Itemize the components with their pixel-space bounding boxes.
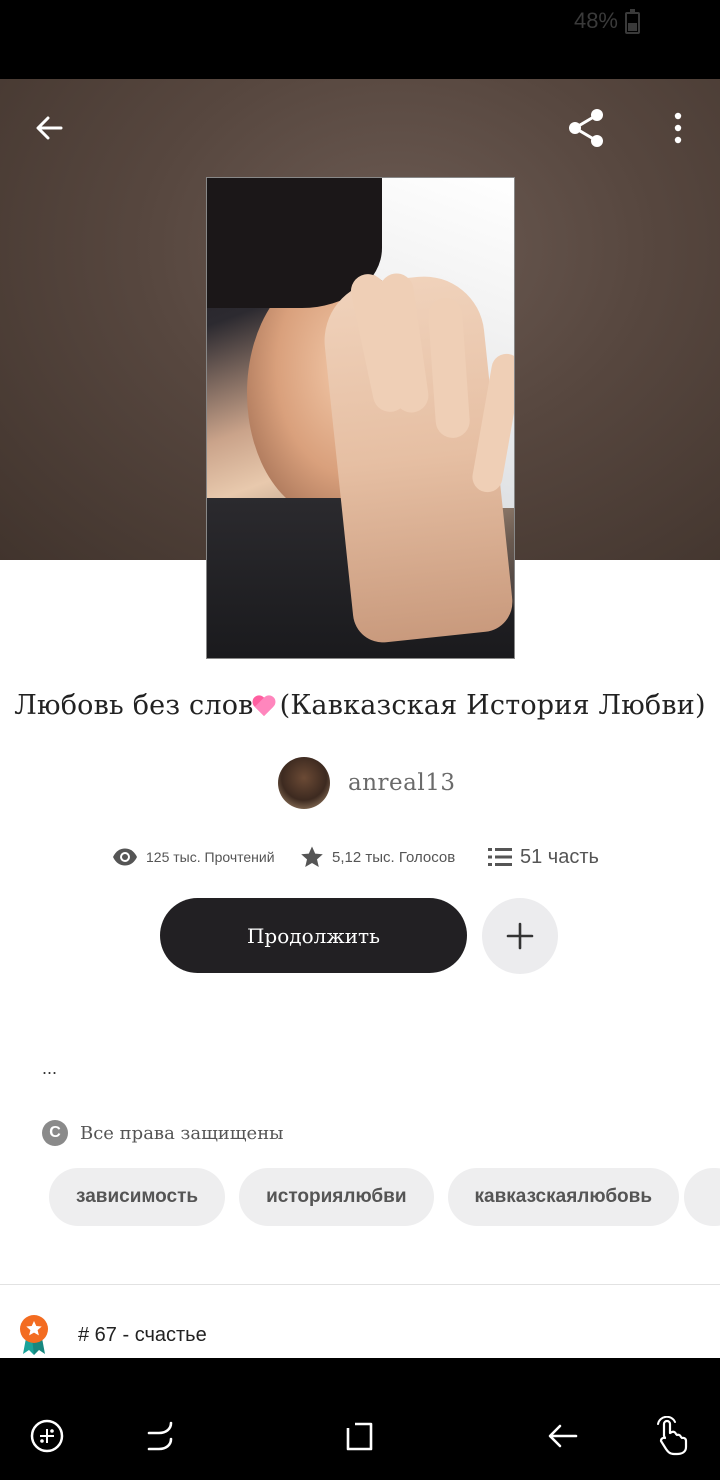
game-launcher-button[interactable]	[25, 1414, 69, 1458]
eye-icon	[113, 848, 137, 866]
assistant-touch-button[interactable]	[650, 1414, 694, 1458]
story-title-suffix: (Кавказская История Любви)	[279, 690, 706, 721]
story-cover-image[interactable]	[206, 177, 515, 659]
votes-stat: 5,12 тыс. Голосов	[300, 840, 455, 874]
share-button[interactable]	[558, 100, 614, 156]
reads-stat: 125 тыс. Прочтений	[112, 840, 275, 874]
star-icon	[301, 846, 323, 867]
tags-list: зависимость историялюбви кавказскаялюбов…	[49, 1168, 680, 1226]
author-link[interactable]: anreal13	[278, 756, 455, 810]
assistant-touch-icon	[657, 1416, 688, 1456]
author-name: anreal13	[348, 770, 456, 796]
rank-text[interactable]: # 67 - счастье	[78, 1324, 207, 1347]
battery-icon	[625, 9, 640, 34]
back-button[interactable]	[21, 100, 77, 156]
back-icon	[548, 1424, 578, 1448]
add-to-library-button[interactable]	[482, 898, 558, 974]
back-nav-button[interactable]	[540, 1414, 584, 1458]
tag-chip[interactable]: кавказскаялюбовь	[447, 1168, 680, 1226]
heart-emoji-icon	[254, 694, 280, 716]
parts-stat[interactable]: 51 часть	[488, 840, 599, 874]
tag-chip-partial[interactable]	[684, 1168, 720, 1226]
divider	[0, 1284, 720, 1285]
list-icon	[488, 848, 512, 866]
avatar	[278, 757, 330, 809]
home-button[interactable]	[338, 1414, 382, 1458]
rank-badge	[18, 1314, 50, 1356]
recent-apps-button[interactable]	[138, 1414, 182, 1458]
arrow-left-icon	[36, 116, 63, 140]
continue-reading-button[interactable]: Продолжить	[160, 898, 467, 973]
story-title-text: Любовь без слов	[14, 690, 254, 721]
more-vertical-icon	[674, 112, 682, 144]
story-stats: 125 тыс. Прочтений 5,12 тыс. Голосов 51 …	[0, 840, 720, 874]
copyright-icon: C	[42, 1120, 68, 1146]
share-icon	[569, 109, 603, 147]
reads-count: 125 тыс. Прочтений	[146, 849, 275, 865]
copyright-notice: C Все права защищены	[42, 1120, 284, 1146]
story-title: Любовь без слов (Кавказская История Любви…	[0, 690, 720, 721]
parts-count: 51 часть	[520, 845, 599, 868]
award-ribbon-icon	[20, 1315, 48, 1355]
tag-chip[interactable]: историялюбви	[239, 1168, 434, 1226]
votes-count: 5,12 тыс. Голосов	[332, 848, 456, 866]
copyright-text: Все права защищены	[80, 1122, 284, 1144]
status-bar: 48%	[0, 0, 720, 79]
home-icon	[346, 1422, 373, 1451]
game-launcher-icon	[30, 1419, 64, 1453]
story-description: ...	[42, 1058, 58, 1078]
plus-icon	[506, 922, 534, 950]
recent-apps-icon	[147, 1421, 173, 1451]
battery-percent: 48%	[573, 8, 618, 33]
tag-chip[interactable]: зависимость	[49, 1168, 226, 1226]
more-options-button[interactable]	[650, 100, 706, 156]
